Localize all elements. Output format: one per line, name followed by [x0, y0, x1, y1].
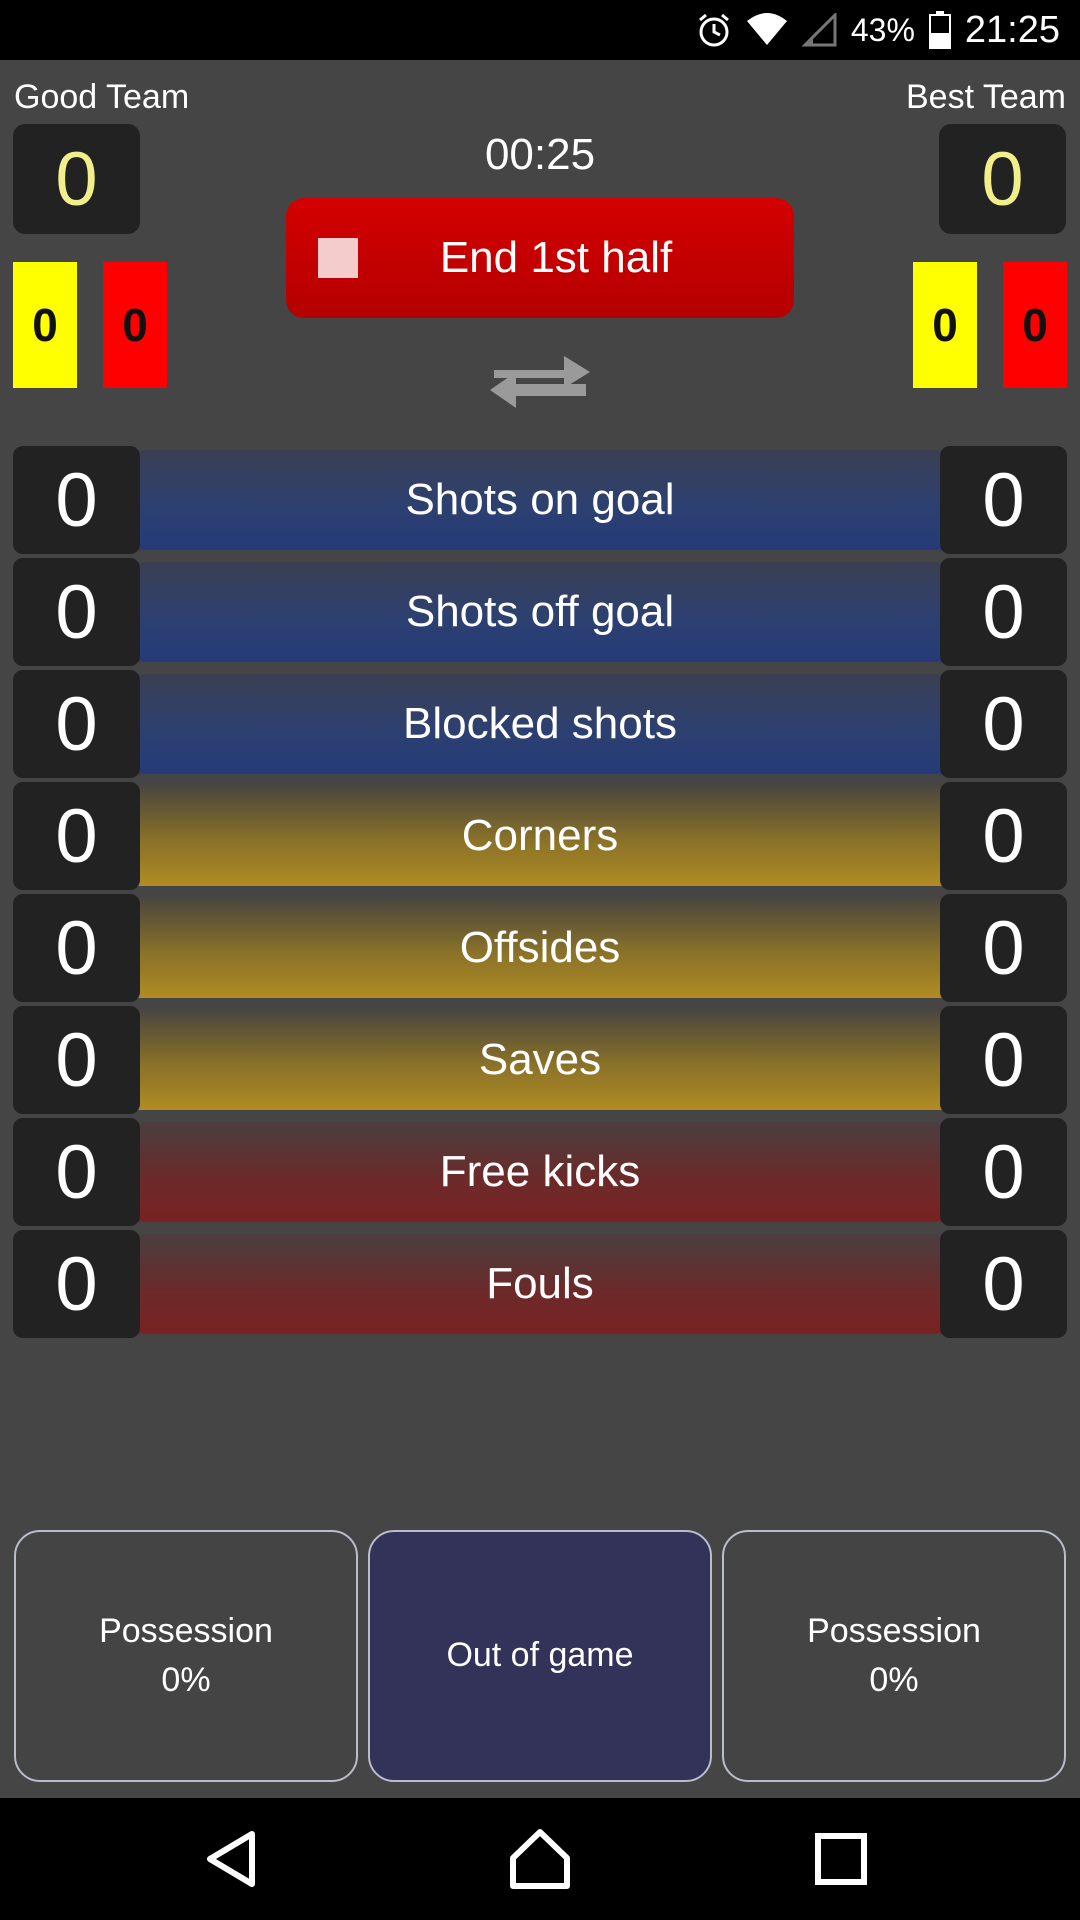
stat-label[interactable]: Fouls — [103, 1234, 977, 1334]
stat-label[interactable]: Corners — [103, 786, 977, 886]
stat-label[interactable]: Saves — [103, 1010, 977, 1110]
end-half-button[interactable]: End 1st half — [286, 198, 794, 318]
home-team-name[interactable]: Good Team — [14, 78, 189, 117]
stat-row-fouls: Fouls 0 0 — [13, 1230, 1067, 1338]
away-stat-value[interactable]: 0 — [940, 894, 1067, 1002]
away-stat-value[interactable]: 0 — [940, 1118, 1067, 1226]
home-score[interactable]: 0 — [13, 124, 140, 234]
signal-icon — [801, 13, 837, 47]
alarm-icon — [695, 11, 733, 49]
home-yellow-cards[interactable]: 0 — [13, 262, 77, 388]
home-possession-button[interactable]: Possession 0% — [14, 1530, 358, 1782]
status-bar: 43% 21:25 — [0, 0, 1080, 60]
end-half-label: End 1st half — [439, 233, 673, 282]
stat-row-shots-on-goal: Shots on goal 0 0 — [13, 446, 1067, 554]
battery-percent: 43% — [850, 11, 915, 48]
away-stat-value[interactable]: 0 — [940, 558, 1067, 666]
away-stat-value[interactable]: 0 — [940, 782, 1067, 890]
stat-row-blocked-shots: Blocked shots 0 0 — [13, 670, 1067, 778]
away-possession-label: Possession — [807, 1611, 981, 1650]
clock: 21:25 — [964, 8, 1060, 51]
stop-icon — [318, 238, 358, 278]
away-stat-value[interactable]: 0 — [940, 1006, 1067, 1114]
navigation-bar — [0, 1798, 1080, 1920]
stat-row-corners: Corners 0 0 — [13, 782, 1067, 890]
away-possession-button[interactable]: Possession 0% — [722, 1530, 1066, 1782]
wifi-icon — [746, 13, 787, 47]
home-possession-label: Possession — [99, 1611, 273, 1650]
stat-row-offsides: Offsides 0 0 — [13, 894, 1067, 1002]
stat-label[interactable]: Shots off goal — [103, 562, 977, 662]
away-possession-value: 0% — [869, 1661, 919, 1699]
home-icon[interactable] — [505, 1824, 575, 1894]
out-of-game-button[interactable]: Out of game — [368, 1530, 712, 1782]
match-timer: 00:25 — [484, 130, 596, 179]
away-stat-value[interactable]: 0 — [940, 670, 1067, 778]
away-team-name[interactable]: Best Team — [906, 78, 1066, 117]
stat-label[interactable]: Shots on goal — [103, 450, 977, 550]
battery-icon — [928, 11, 951, 49]
home-red-cards[interactable]: 0 — [103, 262, 167, 388]
stat-label[interactable]: Blocked shots — [103, 674, 977, 774]
home-stat-value[interactable]: 0 — [13, 446, 140, 554]
stat-row-shots-off-goal: Shots off goal 0 0 — [13, 558, 1067, 666]
away-yellow-cards[interactable]: 0 — [913, 262, 977, 388]
home-stat-value[interactable]: 0 — [13, 670, 140, 778]
stat-row-saves: Saves 0 0 — [13, 1006, 1067, 1114]
home-stat-value[interactable]: 0 — [13, 1118, 140, 1226]
away-score[interactable]: 0 — [939, 124, 1066, 234]
home-stat-value[interactable]: 0 — [13, 1006, 140, 1114]
away-stat-value[interactable]: 0 — [940, 1230, 1067, 1338]
away-red-cards[interactable]: 0 — [1003, 262, 1067, 388]
away-stat-value[interactable]: 0 — [940, 446, 1067, 554]
home-stat-value[interactable]: 0 — [13, 1230, 140, 1338]
back-icon[interactable] — [196, 1824, 266, 1894]
home-stat-value[interactable]: 0 — [13, 894, 140, 1002]
home-stat-value[interactable]: 0 — [13, 782, 140, 890]
home-possession-value: 0% — [161, 1661, 211, 1699]
home-stat-value[interactable]: 0 — [13, 558, 140, 666]
recents-icon[interactable] — [806, 1824, 876, 1894]
stat-row-free-kicks: Free kicks 0 0 — [13, 1118, 1067, 1226]
stat-label[interactable]: Offsides — [103, 898, 977, 998]
out-of-game-label: Out of game — [446, 1636, 634, 1675]
swap-sides-icon[interactable] — [484, 340, 596, 422]
stat-label[interactable]: Free kicks — [103, 1122, 977, 1222]
